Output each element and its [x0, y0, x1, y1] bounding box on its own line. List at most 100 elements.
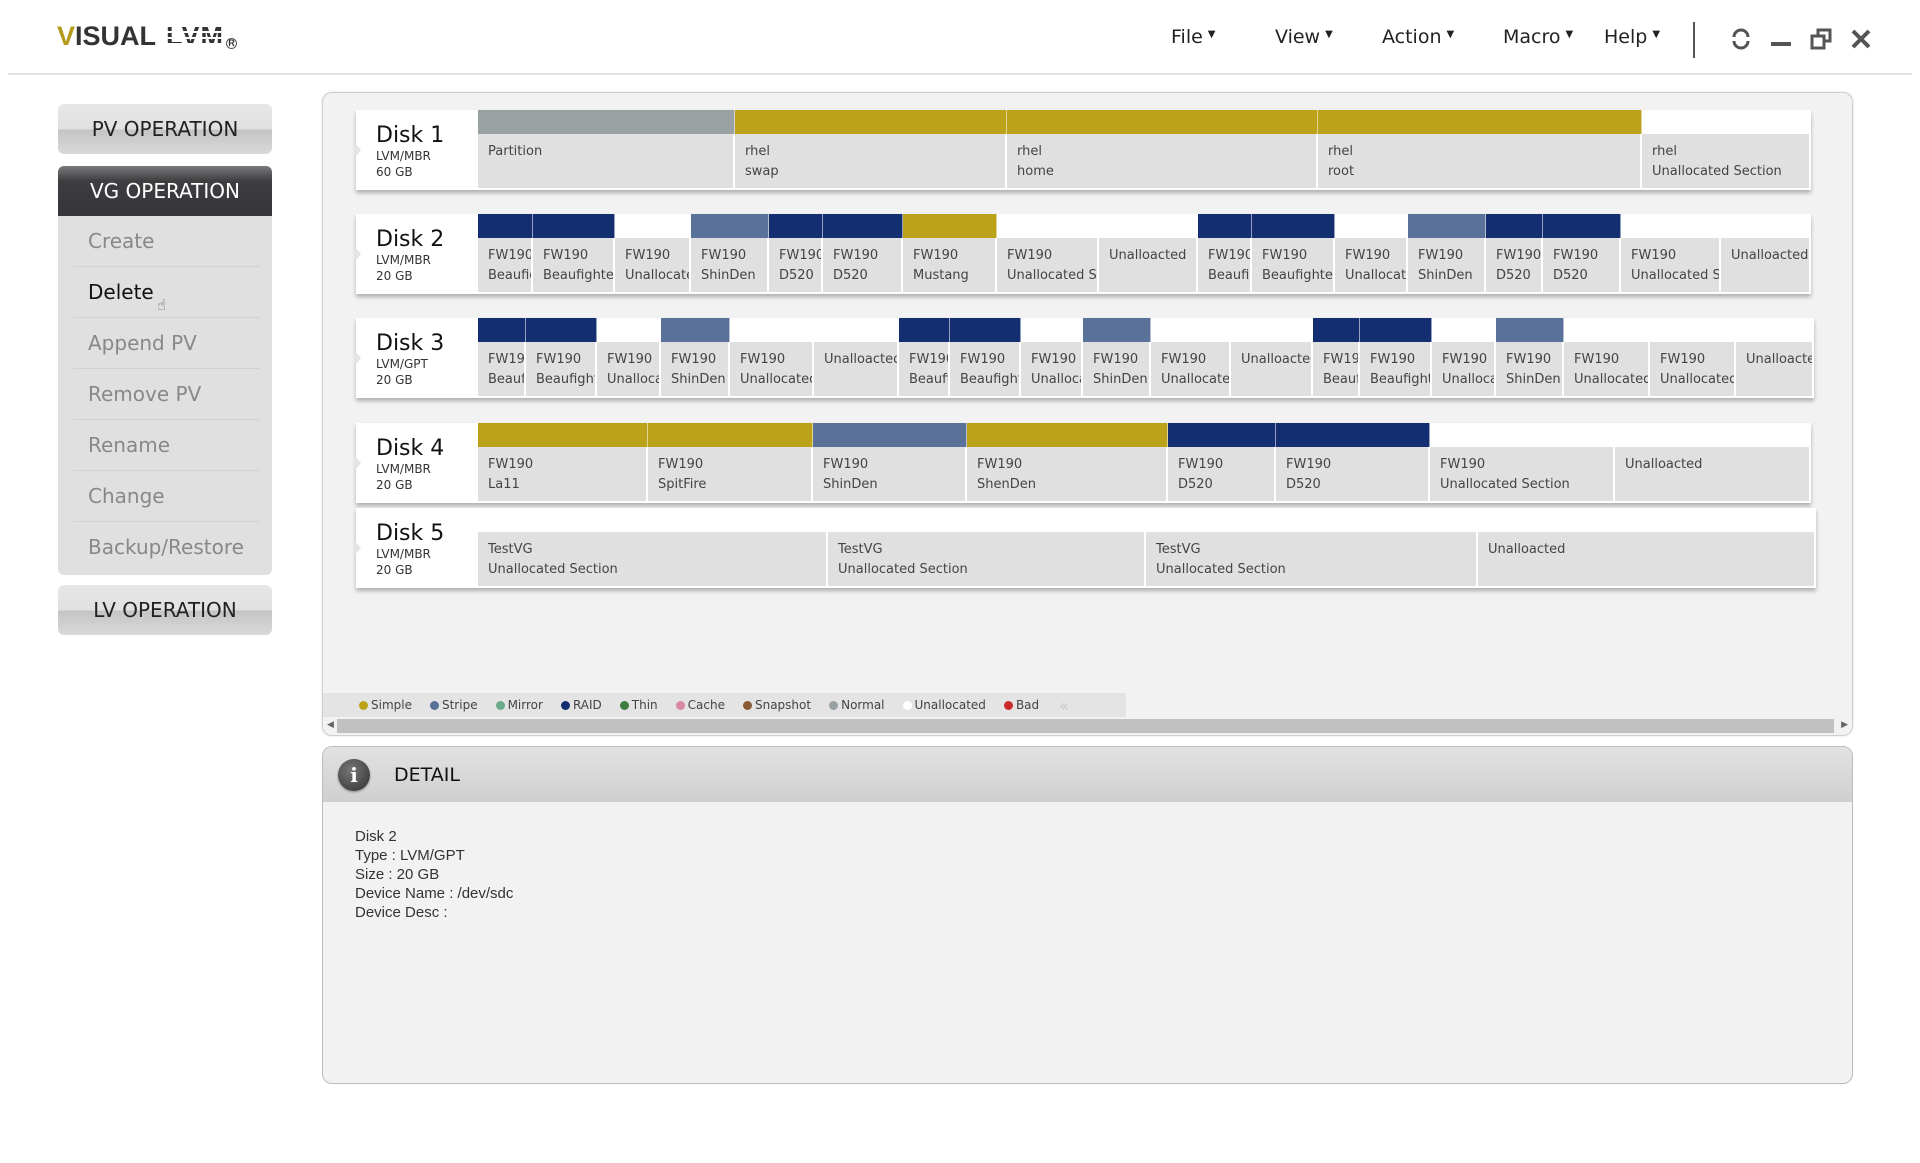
vg-item-rename[interactable]: Rename	[73, 420, 260, 471]
logo-v: V	[57, 21, 76, 51]
disk-row[interactable]: Disk 4 LVM/MBR 20 GB FW190 La11 FW190 SpitFire…	[355, 423, 1811, 503]
volume-segment[interactable]: FW190 ShinDen	[1083, 318, 1151, 398]
volume-segment[interactable]: FW190 D520	[1543, 214, 1621, 294]
volume-segment[interactable]: FW190 Beaufighter	[1313, 318, 1360, 398]
volume-segment[interactable]: FW190 D520	[823, 214, 903, 294]
volume-segment[interactable]: Partition	[478, 110, 735, 190]
volume-segment[interactable]: FW190 Beaufighter	[950, 318, 1021, 398]
volume-segment[interactable]: Unalloacted	[1736, 318, 1814, 398]
volume-segment[interactable]: FW190 Beaufighter	[533, 214, 615, 294]
volume-segment[interactable]: FW190 Beaufighter	[478, 318, 526, 398]
volume-segment[interactable]: FW190 ShinDen	[661, 318, 730, 398]
volume-segment[interactable]: FW190 Beaufighter	[1360, 318, 1432, 398]
volume-segment[interactable]: FW190 D520	[1276, 423, 1430, 503]
volume-segment[interactable]: Unalloacted	[1099, 214, 1198, 294]
menu-file[interactable]: File ▼	[1171, 26, 1216, 48]
volume-segment[interactable]: FW190 Beaufighter	[1252, 214, 1335, 294]
disk-label[interactable]: Disk 3 LVM/GPT 20 GB	[355, 318, 478, 398]
volume-segment[interactable]: FW190 ShenDen	[967, 423, 1168, 503]
volume-segment[interactable]: FW190 Beaufighter	[1198, 214, 1252, 294]
vg-item-append-pv[interactable]: Append PV	[73, 318, 260, 369]
volume-segment[interactable]: TestVG Unallocated Section	[1146, 508, 1478, 588]
vg-item-delete[interactable]: Delete ☝	[73, 267, 260, 318]
segment-info: Unalloacted	[1231, 342, 1313, 396]
volume-segment[interactable]: Unalloacted	[1615, 423, 1811, 503]
horizontal-scrollbar[interactable]: ◀ ▶	[323, 717, 1852, 735]
volume-segment[interactable]: FW190 Unallocated	[730, 318, 814, 398]
disk-label[interactable]: Disk 1 LVM/MBR 60 GB	[355, 110, 478, 190]
volume-segment[interactable]: FW190 Unallocated	[1432, 318, 1496, 398]
close-button[interactable]	[1848, 26, 1874, 52]
minimize-button[interactable]	[1768, 26, 1794, 52]
menu-action[interactable]: Action ▼	[1382, 26, 1454, 48]
disk-label[interactable]: Disk 5 LVM/MBR 20 GB	[355, 508, 478, 588]
legend-collapse-icon[interactable]: «	[1059, 696, 1069, 715]
volume-segment[interactable]: FW190 Unallocated	[597, 318, 661, 398]
volume-segment[interactable]: FW190 Unallocated	[615, 214, 691, 294]
volume-segment[interactable]: rhel Unallocated Section	[1642, 110, 1811, 190]
refresh-button[interactable]	[1728, 26, 1754, 52]
volume-segment[interactable]: FW190 Unallocated	[1335, 214, 1408, 294]
disk-label[interactable]: Disk 2 LVM/MBR 20 GB	[355, 214, 478, 294]
vg-item-create[interactable]: Create	[73, 216, 260, 267]
volume-segment[interactable]: FW190 Beaufighter	[526, 318, 597, 398]
segment-type-bar	[1408, 214, 1486, 238]
segment-type-bar	[769, 214, 823, 238]
vg-item-remove-pv[interactable]: Remove PV	[73, 369, 260, 420]
vg-item-backup-restore[interactable]: Backup/Restore	[73, 522, 260, 573]
volume-segment[interactable]: FW190 Mustang	[903, 214, 997, 294]
menu-macro[interactable]: Macro ▼	[1503, 26, 1573, 48]
volume-segment[interactable]: FW190 Unallocated Section	[1430, 423, 1615, 503]
volume-segment[interactable]: rhel swap	[735, 110, 1007, 190]
disk-row[interactable]: Disk 2LVM/MBR 20 GB FW190 Beaufighter FW190 B…	[355, 214, 1811, 294]
restore-button[interactable]	[1808, 26, 1834, 52]
volume-segment[interactable]: Unalloacted	[1231, 318, 1313, 398]
vg-operation-button[interactable]: VG OPERATION	[58, 166, 272, 216]
disk-label[interactable]: Disk 4 LVM/MBR 20 GB	[355, 423, 478, 503]
volume-segment[interactable]: FW190 Unallocated	[1564, 318, 1650, 398]
disk-row[interactable]: Disk 3LVM/GPT 20 GB FW190 Beaufighter FW190 B…	[355, 318, 1814, 398]
lv-operation-button[interactable]: LV OPERATION	[58, 585, 272, 635]
disk-row[interactable]: Disk 1 LVM/MBR 60 GB Partition rhel swap rhel h…	[355, 110, 1811, 190]
disk-row[interactable]: Disk 5 LVM/MBR 20 GB TestVG Unallocated Sect…	[355, 508, 1816, 588]
segment-lv-name: Unallocated	[1442, 372, 1496, 387]
volume-segment[interactable]: FW190 Unallocated	[1650, 318, 1736, 398]
segment-info: FW190 ShinDen	[813, 447, 967, 501]
volume-segment[interactable]: FW190 ShinDen	[1496, 318, 1564, 398]
logo-isual: ISUAL	[75, 21, 157, 51]
scroll-right-icon[interactable]: ▶	[1841, 720, 1848, 730]
volume-segment[interactable]: FW190 ShinDen	[691, 214, 769, 294]
volume-segment[interactable]: FW190 Unallocated Section	[1621, 214, 1721, 294]
volume-segment[interactable]: Unalloacted	[1721, 214, 1811, 294]
volume-segment[interactable]: rhel root	[1318, 110, 1642, 190]
pv-operation-button[interactable]: PV OPERATION	[58, 104, 272, 154]
volume-segment[interactable]: FW190 Unallocated Section	[997, 214, 1099, 294]
scrollbar-thumb[interactable]	[337, 719, 1834, 733]
volume-segment[interactable]: FW190 La11	[478, 423, 648, 503]
volume-segment[interactable]: FW190 SpitFire	[648, 423, 813, 503]
volume-segment[interactable]: FW190 Beaufighter	[478, 214, 533, 294]
volume-segment[interactable]: TestVG Unallocated Section	[828, 508, 1146, 588]
volume-segment[interactable]: FW190 D520	[1168, 423, 1276, 503]
volume-segment[interactable]: FW190 Unallocated	[1021, 318, 1083, 398]
volume-segment[interactable]: rhel home	[1007, 110, 1318, 190]
segment-lv-name: root	[1328, 164, 1355, 179]
volume-segment[interactable]: Unalloacted	[814, 318, 899, 398]
volume-segment[interactable]: FW190 ShinDen	[1408, 214, 1486, 294]
volume-segment[interactable]: FW190 D520	[1486, 214, 1543, 294]
volume-segment[interactable]: FW190 Beaufighter	[899, 318, 950, 398]
volume-segment[interactable]: FW190 Unallocated	[1151, 318, 1231, 398]
menu-divider	[1693, 22, 1695, 58]
segment-vg-name: Unalloacted	[1488, 542, 1566, 557]
vg-item-change[interactable]: Change	[73, 471, 260, 522]
menu-help-label: Help	[1604, 26, 1648, 48]
volume-segment[interactable]: Unalloacted	[1478, 508, 1816, 588]
volume-segment[interactable]: TestVG Unallocated Section	[478, 508, 828, 588]
scroll-left-icon[interactable]: ◀	[327, 720, 334, 730]
menu-help[interactable]: Help ▼	[1604, 26, 1660, 48]
segment-vg-name: Partition	[488, 144, 543, 159]
volume-segment[interactable]: FW190 ShinDen	[813, 423, 967, 503]
menu-view[interactable]: View ▼	[1275, 26, 1333, 48]
segment-type-bar	[823, 214, 903, 238]
volume-segment[interactable]: FW190 D520	[769, 214, 823, 294]
